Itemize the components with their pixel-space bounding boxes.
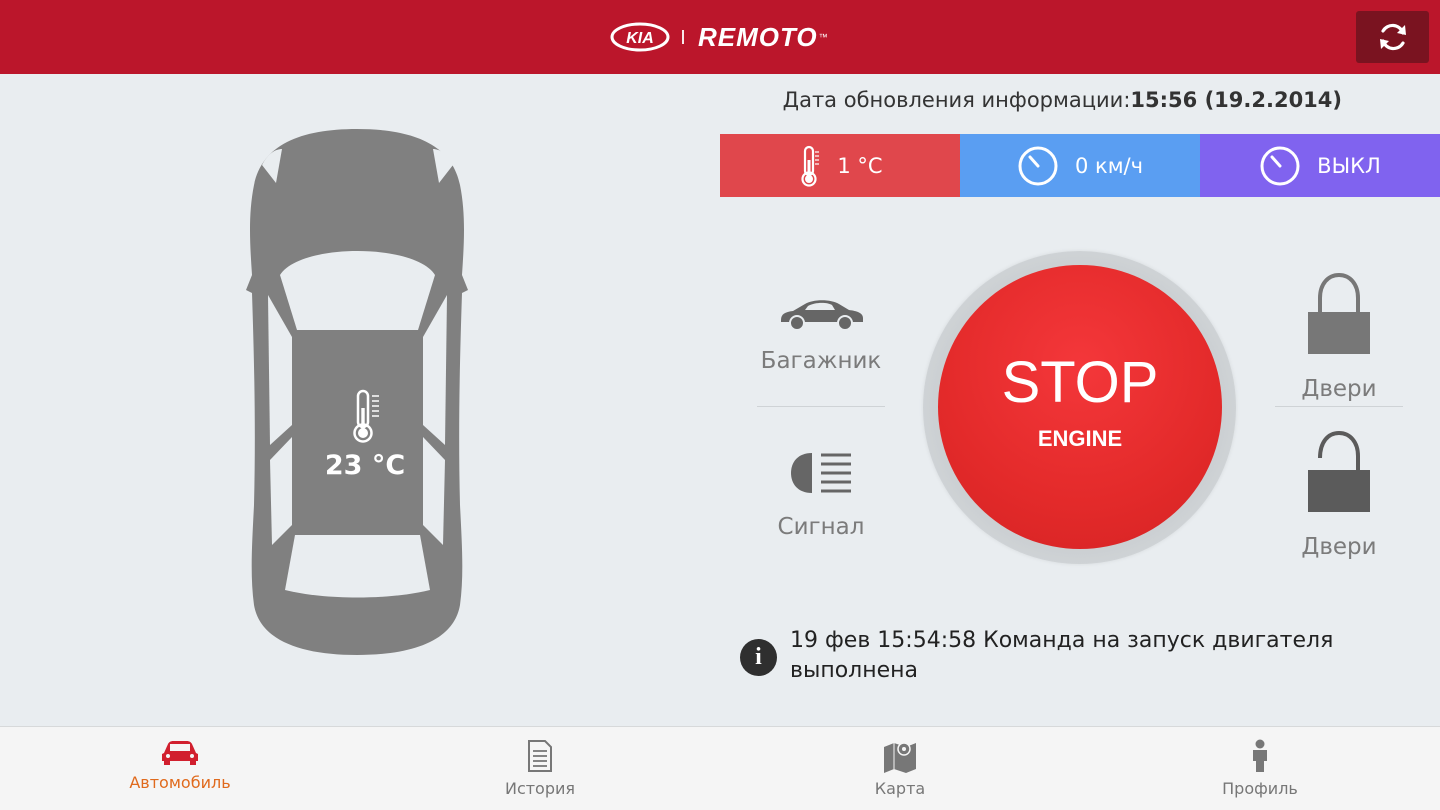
unlock-doors-button[interactable]: Двери	[1276, 430, 1402, 560]
nav-profile[interactable]: Профиль	[1080, 727, 1440, 810]
map-icon	[884, 742, 916, 773]
bottom-navigation: Автомобиль История Карта Профиль	[0, 726, 1440, 810]
refresh-button[interactable]	[1356, 11, 1429, 63]
speed-tile: 0 км/ч	[960, 134, 1200, 197]
outside-temperature-value: 1 °C	[837, 153, 883, 178]
doors-divider	[1275, 406, 1403, 407]
lock-closed-icon	[1308, 272, 1370, 354]
svg-text:KIA: KIA	[626, 30, 654, 47]
status-tiles: 1 °C 0 км/ч ВЫКЛ	[720, 134, 1440, 197]
engine-state-tile: ВЫКЛ	[1200, 134, 1440, 197]
thermometer-icon	[801, 145, 820, 187]
updated-label: Дата обновления информации:	[782, 88, 1131, 112]
speedometer-icon	[1018, 146, 1058, 185]
info-message-text: 19 фев 15:54:58 Команда на запуск двигат…	[790, 628, 1334, 683]
speed-value: 0 км/ч	[1074, 153, 1144, 178]
thermometer-icon	[353, 389, 379, 443]
nav-car-label: Автомобиль	[129, 773, 231, 792]
nav-map[interactable]: Карта	[720, 727, 1080, 810]
engine-state-value: ВЫКЛ	[1317, 153, 1381, 178]
nav-map-label: Карта	[874, 779, 926, 798]
stop-engine-button[interactable]: STOP ENGINE	[938, 265, 1222, 549]
stop-engine-subtitle: ENGINE	[1037, 426, 1123, 451]
trunk-button[interactable]: Багажник	[758, 296, 884, 374]
signal-label: Сигнал	[777, 514, 865, 540]
nav-history[interactable]: История	[360, 727, 720, 810]
interior-temperature: 23 °C	[285, 388, 445, 481]
person-icon	[1253, 739, 1267, 772]
nav-car[interactable]: Автомобиль	[0, 727, 360, 810]
outside-temperature-tile: 1 °C	[720, 134, 960, 197]
unlock-doors-label: Двери	[1301, 534, 1377, 560]
last-updated: Дата обновления информации:15:56 (19.2.2…	[720, 88, 1342, 112]
brand-separator	[682, 30, 684, 44]
brand-logo: KIA REMOTO ™	[610, 22, 828, 52]
stop-engine-title: STOP	[1001, 350, 1159, 415]
refresh-icon	[1379, 23, 1406, 51]
lock-doors-label: Двери	[1301, 376, 1377, 402]
kia-logo-icon: KIA	[610, 22, 670, 52]
sedan-icon	[781, 300, 863, 331]
gauge-icon	[1260, 146, 1300, 185]
trunk-label: Багажник	[760, 348, 882, 374]
trademark: ™	[818, 32, 828, 42]
app-name: REMOTO	[698, 21, 818, 52]
info-message: i 19 фев 15:54:58 Команда на запуск двиг…	[740, 626, 1380, 686]
car-icon	[162, 741, 198, 765]
interior-temperature-value: 23 °C	[324, 450, 406, 481]
signal-button[interactable]: Сигнал	[758, 450, 884, 540]
info-icon: i	[740, 639, 777, 676]
document-icon	[528, 740, 552, 772]
controls-divider	[757, 406, 885, 407]
headlight-icon	[791, 453, 851, 493]
lock-doors-button[interactable]: Двери	[1276, 272, 1402, 402]
updated-value: 15:56 (19.2.2014)	[1130, 88, 1342, 112]
nav-history-label: История	[504, 779, 576, 798]
app-header: KIA REMOTO ™	[0, 0, 1440, 74]
lock-open-icon	[1308, 430, 1370, 512]
nav-profile-label: Профиль	[1222, 779, 1298, 798]
